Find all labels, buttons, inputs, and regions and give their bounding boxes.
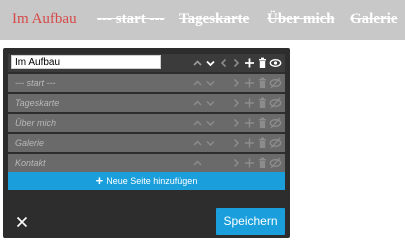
eye-off-icon[interactable] [269,135,282,151]
nav-item-galerie[interactable]: Galerie [350,9,397,29]
chevron-left-icon[interactable] [217,55,230,71]
chevron-up-icon[interactable] [191,55,204,71]
add-page-label: Neue Seite hinzufügen [106,176,198,186]
plus-icon[interactable] [243,155,256,171]
page-row-label: --- start --- [15,78,56,88]
trash-icon[interactable] [256,75,269,91]
row-actions [191,155,282,171]
chevron-right-icon[interactable] [230,75,243,91]
chevron-up-icon[interactable] [191,155,204,171]
row-actions [191,115,282,131]
page-row-label: Kontakt [15,158,46,168]
plus-icon[interactable] [243,75,256,91]
page-row[interactable]: Über mich [8,114,285,132]
page-row-current [8,54,285,72]
trash-icon[interactable] [256,155,269,171]
page-row[interactable]: Galerie [8,134,285,152]
plus-icon[interactable] [243,115,256,131]
chevron-down-icon[interactable] [204,135,217,151]
chevron-up-icon[interactable] [191,115,204,131]
add-page-button[interactable]: + Neue Seite hinzufügen [8,172,285,190]
eye-off-icon[interactable] [269,115,282,131]
page-row-label: Galerie [15,138,45,148]
chevron-up-icon[interactable] [191,75,204,91]
eye-off-icon[interactable] [269,155,282,171]
row-actions [191,75,282,91]
page-name-input[interactable] [11,55,161,69]
plus-icon: + [95,173,104,188]
chevron-up-icon[interactable] [191,135,204,151]
page-row-label: Über mich [15,118,57,128]
chevron-right-icon[interactable] [230,115,243,131]
chevron-right-icon[interactable] [230,55,243,71]
chevron-down-icon[interactable] [204,75,217,91]
nav-item-im-aufbau[interactable]: Im Aufbau [12,9,77,29]
chevron-down-icon[interactable] [204,55,217,71]
chevron-right-icon[interactable] [230,135,243,151]
close-icon [16,216,28,228]
trash-icon[interactable] [256,135,269,151]
page-row[interactable]: Tageskarte [8,94,285,112]
eye-icon[interactable] [269,55,282,71]
chevron-right-icon[interactable] [230,155,243,171]
row-actions [191,95,282,111]
row-actions [191,135,282,151]
chevron-down-icon[interactable] [204,115,217,131]
eye-off-icon[interactable] [269,95,282,111]
chevron-down-icon[interactable] [204,95,217,111]
page-row-label: Tageskarte [15,98,60,108]
chevron-up-icon[interactable] [191,95,204,111]
nav-item-tageskarte[interactable]: Tageskarte [179,9,249,29]
chevron-right-icon[interactable] [230,95,243,111]
save-button[interactable]: Speichern [216,208,285,235]
trash-icon[interactable] [256,115,269,131]
nav-item-ueber-mich[interactable]: Über mich [267,9,335,29]
plus-icon[interactable] [243,55,256,71]
nav-item-start[interactable]: --- start --- [97,9,164,29]
top-navigation: Im Aufbau --- start --- Tageskarte Über … [0,0,405,40]
plus-icon[interactable] [243,95,256,111]
trash-icon[interactable] [256,55,269,71]
close-button[interactable] [14,214,30,230]
plus-icon[interactable] [243,135,256,151]
trash-icon[interactable] [256,95,269,111]
page-row[interactable]: Kontakt [8,154,285,172]
page-row[interactable]: --- start --- [8,74,285,92]
eye-off-icon[interactable] [269,75,282,91]
row-actions [191,55,282,71]
